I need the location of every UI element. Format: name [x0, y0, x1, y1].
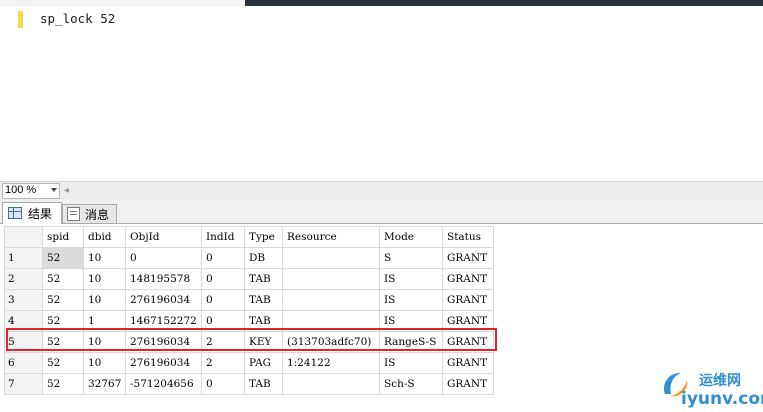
cell-mode[interactable]: S	[379, 247, 443, 269]
cell-objid[interactable]: 276196034	[125, 352, 202, 374]
watermark: 运维网 iyunv.com	[655, 364, 763, 412]
grid-corner[interactable]	[4, 226, 43, 248]
table-row[interactable]: 3 52 10 276196034 0 TAB IS GRANT	[4, 289, 494, 311]
table-row[interactable]: 7 52 32767 -571204656 0 TAB Sch-S GRANT	[4, 373, 494, 395]
grid-body: 1 52 10 0 0 DB S GRANT 2 52 10 148195578 0 TAB IS GRANT…	[4, 247, 494, 395]
code-line-1[interactable]: sp_lock 52	[40, 11, 115, 26]
cell-type[interactable]: TAB	[244, 373, 283, 395]
row-number[interactable]: 7	[4, 373, 43, 395]
cell-status[interactable]: GRANT	[442, 373, 494, 395]
row-number[interactable]: 2	[4, 268, 43, 290]
code-argument: 52	[100, 11, 116, 26]
zoom-value: 100 %	[5, 184, 37, 196]
results-grid: spid dbid ObjId IndId Type Resource Mode…	[4, 226, 494, 395]
col-header-mode[interactable]: Mode	[379, 226, 443, 248]
row-highlight-box	[6, 328, 497, 351]
results-grid-area: spid dbid ObjId IndId Type Resource Mode…	[0, 224, 763, 412]
cell-objid[interactable]: 0	[125, 247, 202, 269]
cell-spid[interactable]: 52	[42, 247, 84, 269]
col-header-status[interactable]: Status	[442, 226, 494, 248]
grid-header-row: spid dbid ObjId IndId Type Resource Mode…	[4, 226, 494, 248]
cell-type[interactable]: DB	[244, 247, 283, 269]
table-row[interactable]: 2 52 10 148195578 0 TAB IS GRANT	[4, 268, 494, 290]
cell-indid[interactable]: 0	[201, 289, 245, 311]
watermark-cn: 运维网	[699, 373, 741, 389]
col-header-objid[interactable]: ObjId	[125, 226, 202, 248]
cell-resource[interactable]: 1:24122	[282, 352, 380, 374]
cell-type[interactable]: TAB	[244, 289, 283, 311]
code-keyword: sp_lock	[40, 11, 93, 26]
cell-type[interactable]: PAG	[244, 352, 283, 374]
zoom-bar: 100 % ◂	[0, 181, 763, 200]
chevron-down-icon	[51, 188, 57, 192]
row-number[interactable]: 1	[4, 247, 43, 269]
cell-dbid[interactable]: 10	[83, 289, 126, 311]
zoom-select[interactable]: 100 %	[2, 183, 60, 199]
cell-objid[interactable]: 276196034	[125, 289, 202, 311]
cell-dbid[interactable]: 10	[83, 268, 126, 290]
watermark-en: iyunv.com	[681, 389, 763, 409]
scroll-left-icon[interactable]: ◂	[64, 185, 69, 196]
cell-mode[interactable]: IS	[379, 289, 443, 311]
cell-type[interactable]: TAB	[244, 268, 283, 290]
cell-spid[interactable]: 52	[42, 289, 84, 311]
cell-dbid[interactable]: 10	[83, 352, 126, 374]
col-header-resource[interactable]: Resource	[282, 226, 380, 248]
cell-resource[interactable]	[282, 247, 380, 269]
cell-indid[interactable]: 0	[201, 373, 245, 395]
cell-indid[interactable]: 0	[201, 268, 245, 290]
editor-gutter	[0, 6, 17, 181]
cell-spid[interactable]: 52	[42, 373, 84, 395]
tab-results-label: 结果	[28, 207, 53, 221]
cell-spid[interactable]: 52	[42, 268, 84, 290]
cell-resource[interactable]	[282, 289, 380, 311]
cell-indid[interactable]: 0	[201, 247, 245, 269]
cell-status[interactable]: GRANT	[442, 247, 494, 269]
cell-dbid[interactable]: 32767	[83, 373, 126, 395]
query-editor[interactable]: sp_lock 52	[0, 6, 763, 181]
col-header-dbid[interactable]: dbid	[83, 226, 126, 248]
cell-mode[interactable]: Sch-S	[379, 373, 443, 395]
grid-icon	[8, 207, 22, 219]
results-tab-strip: 结果 消息	[0, 199, 763, 224]
tab-results[interactable]: 结果	[2, 202, 62, 224]
table-row[interactable]: 1 52 10 0 0 DB S GRANT	[4, 247, 494, 269]
cell-spid[interactable]: 52	[42, 352, 84, 374]
cell-indid[interactable]: 2	[201, 352, 245, 374]
cell-status[interactable]: GRANT	[442, 268, 494, 290]
cell-mode[interactable]: IS	[379, 268, 443, 290]
tab-messages[interactable]: 消息	[62, 204, 117, 223]
table-row[interactable]: 6 52 10 276196034 2 PAG 1:24122 IS GRANT	[4, 352, 494, 374]
change-indicator	[18, 11, 23, 28]
cell-mode[interactable]: IS	[379, 352, 443, 374]
row-number[interactable]: 3	[4, 289, 43, 311]
cell-objid[interactable]: -571204656	[125, 373, 202, 395]
col-header-spid[interactable]: spid	[42, 226, 84, 248]
cell-dbid[interactable]: 10	[83, 247, 126, 269]
cell-status[interactable]: GRANT	[442, 352, 494, 374]
cell-status[interactable]: GRANT	[442, 289, 494, 311]
cell-resource[interactable]	[282, 373, 380, 395]
cell-resource[interactable]	[282, 268, 380, 290]
tab-messages-label: 消息	[85, 208, 110, 222]
col-header-indid[interactable]: IndId	[201, 226, 245, 248]
message-icon	[67, 207, 80, 221]
row-number[interactable]: 6	[4, 352, 43, 374]
cell-objid[interactable]: 148195578	[125, 268, 202, 290]
col-header-type[interactable]: Type	[244, 226, 283, 248]
